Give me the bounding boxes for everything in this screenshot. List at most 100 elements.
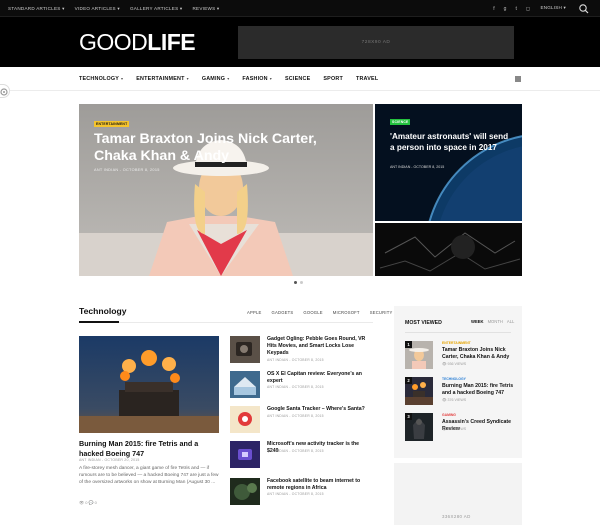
tab-apple[interactable]: APPLE — [247, 310, 262, 315]
slider-dots — [294, 281, 303, 284]
twitter-icon[interactable]: t — [515, 6, 516, 12]
nav-label: GAMING — [201, 76, 226, 82]
tab-week[interactable]: WEEK — [471, 319, 484, 324]
site-header: GOODLIFE 728X90 AD — [0, 17, 600, 67]
main-nav: TECHNOLOGY ▾ ENTERTAINMENT ▾ GAMING ▾ FASHI… — [0, 67, 600, 91]
tech-main-image[interactable] — [79, 336, 219, 433]
list-item-title[interactable]: Gadget Ogling: Pebble Goes Round, VR Hit… — [267, 336, 372, 358]
list-item[interactable]: OS X El Capitan review: Everyone's an ex… — [230, 371, 372, 399]
most-viewed-item[interactable]: 3 GAMING Assassin's Creed Syndicate Revi… — [405, 413, 511, 447]
list-item[interactable]: Gadget Ogling: Pebble Goes Round, VR Hit… — [230, 336, 372, 364]
tech-main-excerpt: A fire-storey mesh dancer, a giant game … — [79, 466, 219, 486]
list-item-meta: ANT INDIAN - OCTOBER 8, 2015 — [267, 358, 324, 362]
chevron-down-icon: ▾ — [121, 76, 124, 81]
header-ad-banner[interactable]: 728X90 AD — [238, 26, 514, 59]
chevron-down-icon: ▾ — [269, 76, 272, 81]
tech-main-meta: ANT INDIAN - OCTOBER 20, 2015 — [79, 458, 140, 462]
section-divider-accent — [79, 321, 119, 323]
nav-item-sport[interactable]: SPORT — [323, 76, 343, 82]
tab-gadgets[interactable]: GADGETS — [272, 310, 294, 315]
nav-item-entertainment[interactable]: ENTERTAINMENT ▾ — [136, 76, 189, 82]
most-viewed-item[interactable]: 2 TECHNOLOGY Burning Man 2015: fire Tetr… — [405, 377, 514, 411]
rank-number: 2 — [405, 377, 412, 384]
featured-main-article[interactable]: ENTERTAINMENT Tamar Braxton Joins Nick C… — [79, 104, 373, 276]
search-icon[interactable] — [578, 3, 590, 15]
list-item-meta: ANT INDIAN - OCTOBER 8, 2015 — [267, 414, 324, 418]
settings-gear-icon[interactable] — [0, 84, 10, 98]
top-nav: STANDARD ARTICLES ▾ VIDEO ARTICLES ▾ GAL… — [8, 0, 220, 17]
item-views: 👁 336 VIEWS — [442, 427, 467, 431]
tab-google[interactable]: GOOGLE — [303, 310, 322, 315]
list-item-meta: ANT INDIAN - OCTOBER 8, 2015 — [267, 385, 324, 389]
featured-main-image — [79, 104, 373, 276]
widget-tabs: WEEK MONTH ALL — [471, 319, 514, 324]
burning-man-image — [79, 336, 219, 433]
list-item-title[interactable]: Google Santa Tracker – Where's Santa? — [267, 406, 372, 413]
item-title[interactable]: Tamar Braxton Joins Nick Carter, Chaka K… — [442, 347, 514, 361]
widget-divider — [405, 332, 511, 333]
rank-number: 3 — [405, 413, 412, 420]
category-badge[interactable]: SCIENCE — [390, 119, 411, 125]
nav-label: ENTERTAINMENT — [136, 76, 185, 82]
ad-label: 336X280 AD — [442, 514, 471, 519]
tab-microsoft[interactable]: MICROSOFT — [333, 310, 360, 315]
list-item-title[interactable]: OS X El Capitan review: Everyone's an ex… — [267, 371, 372, 385]
category-badge[interactable]: ENTERTAINMENT — [94, 121, 130, 127]
top-bar: STANDARD ARTICLES ▾ VIDEO ARTICLES ▾ GAL… — [0, 0, 600, 17]
instagram-icon[interactable]: ◻ — [526, 6, 530, 12]
item-views: 👁 936 VIEWS — [442, 362, 467, 366]
facebook-icon[interactable]: f — [493, 6, 494, 12]
chevron-down-icon: ▾ — [186, 76, 189, 81]
tab-security[interactable]: SECURITY — [370, 310, 393, 315]
featured-main-title[interactable]: Tamar Braxton Joins Nick Carter, Chaka K… — [94, 131, 344, 164]
site-logo[interactable]: GOODLIFE — [79, 29, 196, 55]
top-nav-standard-articles[interactable]: STANDARD ARTICLES ▾ — [8, 6, 65, 12]
logo-part-good: GOOD — [79, 29, 148, 55]
tab-month[interactable]: MONTH — [488, 319, 503, 324]
tech-main-title[interactable]: Burning Man 2015: fire Tetris and a hack… — [79, 439, 219, 458]
featured-side-meta: ANT INDIAN - OCTOBER 8, 2015 — [390, 165, 445, 169]
list-item-title[interactable]: Facebook satellite to beam internet to r… — [267, 478, 372, 492]
most-viewed-item[interactable]: 1 ENTERTAINMENT Tamar Braxton Joins Nick… — [405, 341, 511, 375]
item-views: 👁 376 VIEWS — [442, 398, 467, 402]
sidebar-ad[interactable]: 336X280 AD — [394, 463, 522, 525]
nav-item-travel[interactable]: TRAVEL — [356, 76, 378, 82]
logo-part-life: LIFE — [147, 29, 196, 55]
hamburger-menu-icon[interactable] — [515, 76, 521, 82]
featured-main-meta: ANT INDIAN - OCTOBER 8, 2015 — [94, 168, 160, 172]
featured-side-title[interactable]: 'Amateur astronauts' will send a person … — [390, 131, 510, 153]
featured-side-article[interactable]: SCIENCE 'Amateur astronauts' will send a… — [375, 104, 522, 221]
list-item-meta: ANT INDIAN - OCTOBER 8, 2015 — [267, 492, 324, 496]
social-links: f g t ◻ — [493, 0, 530, 17]
list-item[interactable]: Facebook satellite to beam internet to r… — [230, 478, 372, 506]
top-nav-gallery-articles[interactable]: GALLERY ARTICLES ▾ — [130, 6, 183, 12]
list-thumb — [230, 441, 260, 468]
language-selector[interactable]: ENGLISH ▾ — [540, 5, 566, 11]
nav-item-science[interactable]: SCIENCE — [285, 76, 310, 82]
ad-label: 728X90 AD — [361, 40, 391, 45]
slider-dot[interactable] — [300, 281, 303, 284]
nav-item-technology[interactable]: TECHNOLOGY ▾ — [79, 76, 123, 82]
list-thumb — [230, 406, 260, 433]
nav-item-gaming[interactable]: GAMING ▾ — [202, 76, 230, 82]
nav-item-fashion[interactable]: FASHION ▾ — [242, 76, 272, 82]
list-item-meta: ANT INDIAN - OCTOBER 8, 2015 — [267, 449, 324, 453]
top-nav-video-articles[interactable]: VIDEO ARTICLES ▾ — [75, 6, 120, 12]
list-item[interactable]: Google Santa Tracker – Where's Santa? AN… — [230, 406, 372, 434]
item-category[interactable]: GAMING — [442, 413, 456, 417]
item-title[interactable]: Burning Man 2015: fire Tetris and a hack… — [442, 383, 514, 397]
google-plus-icon[interactable]: g — [504, 6, 507, 12]
section-title: Technology — [79, 306, 127, 316]
list-thumb — [230, 336, 260, 363]
most-viewed-widget: MOST VIEWED WEEK MONTH ALL 1 ENTERTAINME… — [394, 306, 522, 458]
item-category[interactable]: ENTERTAINMENT — [442, 341, 471, 345]
top-nav-reviews[interactable]: REVIEWS ▾ — [192, 6, 219, 12]
chevron-down-icon: ▾ — [227, 76, 230, 81]
section-divider — [79, 322, 373, 323]
list-item[interactable]: Microsoft's new activity tracker is the … — [230, 441, 372, 469]
slider-dot[interactable] — [294, 281, 297, 284]
tab-all[interactable]: ALL — [507, 319, 514, 324]
item-category[interactable]: TECHNOLOGY — [442, 377, 466, 381]
nav-label: FASHION — [242, 76, 268, 82]
featured-side-image-2[interactable] — [375, 223, 522, 276]
